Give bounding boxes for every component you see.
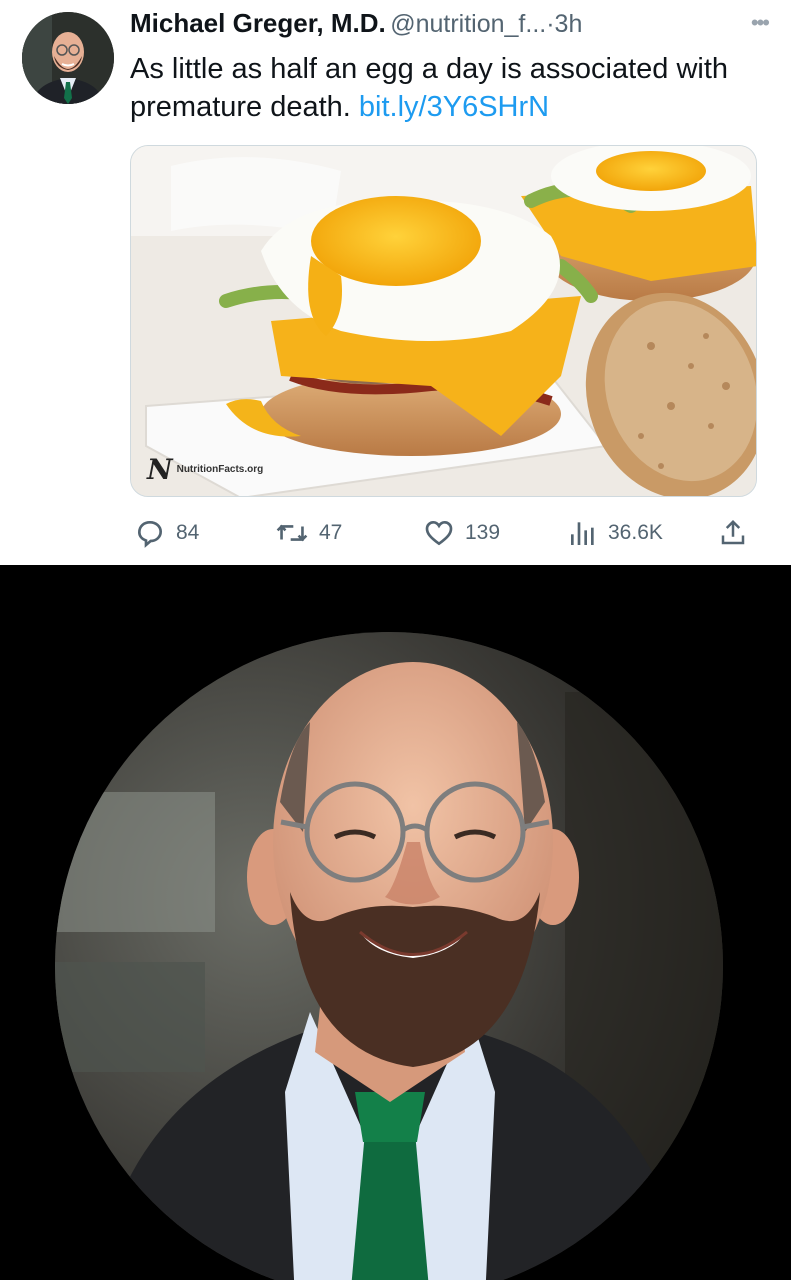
heart-icon: [425, 520, 453, 546]
tweet-time[interactable]: 3h: [555, 10, 583, 38]
like-count: 139: [465, 521, 501, 544]
share-button[interactable]: [718, 513, 748, 553]
separator-dot: ·: [546, 10, 555, 38]
reply-button[interactable]: 84: [134, 513, 199, 553]
tweet-link[interactable]: bit.ly/3Y6SHrN: [359, 91, 549, 123]
more-horizontal-icon[interactable]: •••: [751, 10, 770, 36]
views-count: 36.6K: [608, 521, 663, 544]
author-handle[interactable]: @nutrition_f...: [390, 10, 546, 38]
reply-icon: [137, 520, 163, 548]
tweet-text: As little as half an egg a day is associ…: [130, 50, 750, 126]
views-chart-icon: [571, 522, 594, 545]
author-name[interactable]: Michael Greger, M.D.: [130, 8, 386, 38]
author-avatar[interactable]: [22, 12, 114, 104]
views-button[interactable]: 36.6K: [568, 513, 663, 553]
reply-count: 84: [176, 521, 200, 544]
avatar-photo: [22, 12, 114, 104]
retweet-count: 47: [319, 521, 343, 544]
watermark-text: NutritionFacts.org: [176, 463, 264, 475]
egg-sandwich-photo: [131, 146, 756, 496]
tweet-header: Michael Greger, M.D. @nutrition_f...·3h …: [130, 8, 780, 48]
tweet-card: Michael Greger, M.D. @nutrition_f...·3h …: [0, 0, 791, 565]
share-icon: [721, 519, 745, 545]
retweet-icon: [276, 524, 308, 542]
tweet-media-image[interactable]: N NutritionFacts.org: [130, 145, 757, 497]
profile-portrait-photo: [55, 632, 723, 1280]
tweet-actions: 84 47 139 36.6K: [130, 513, 760, 553]
nutritionfacts-logo: N: [147, 452, 173, 486]
portrait-image: [55, 632, 723, 1280]
like-button[interactable]: 139: [423, 513, 500, 553]
retweet-button[interactable]: 47: [275, 513, 342, 553]
media-watermark: N NutritionFacts.org: [147, 452, 264, 486]
